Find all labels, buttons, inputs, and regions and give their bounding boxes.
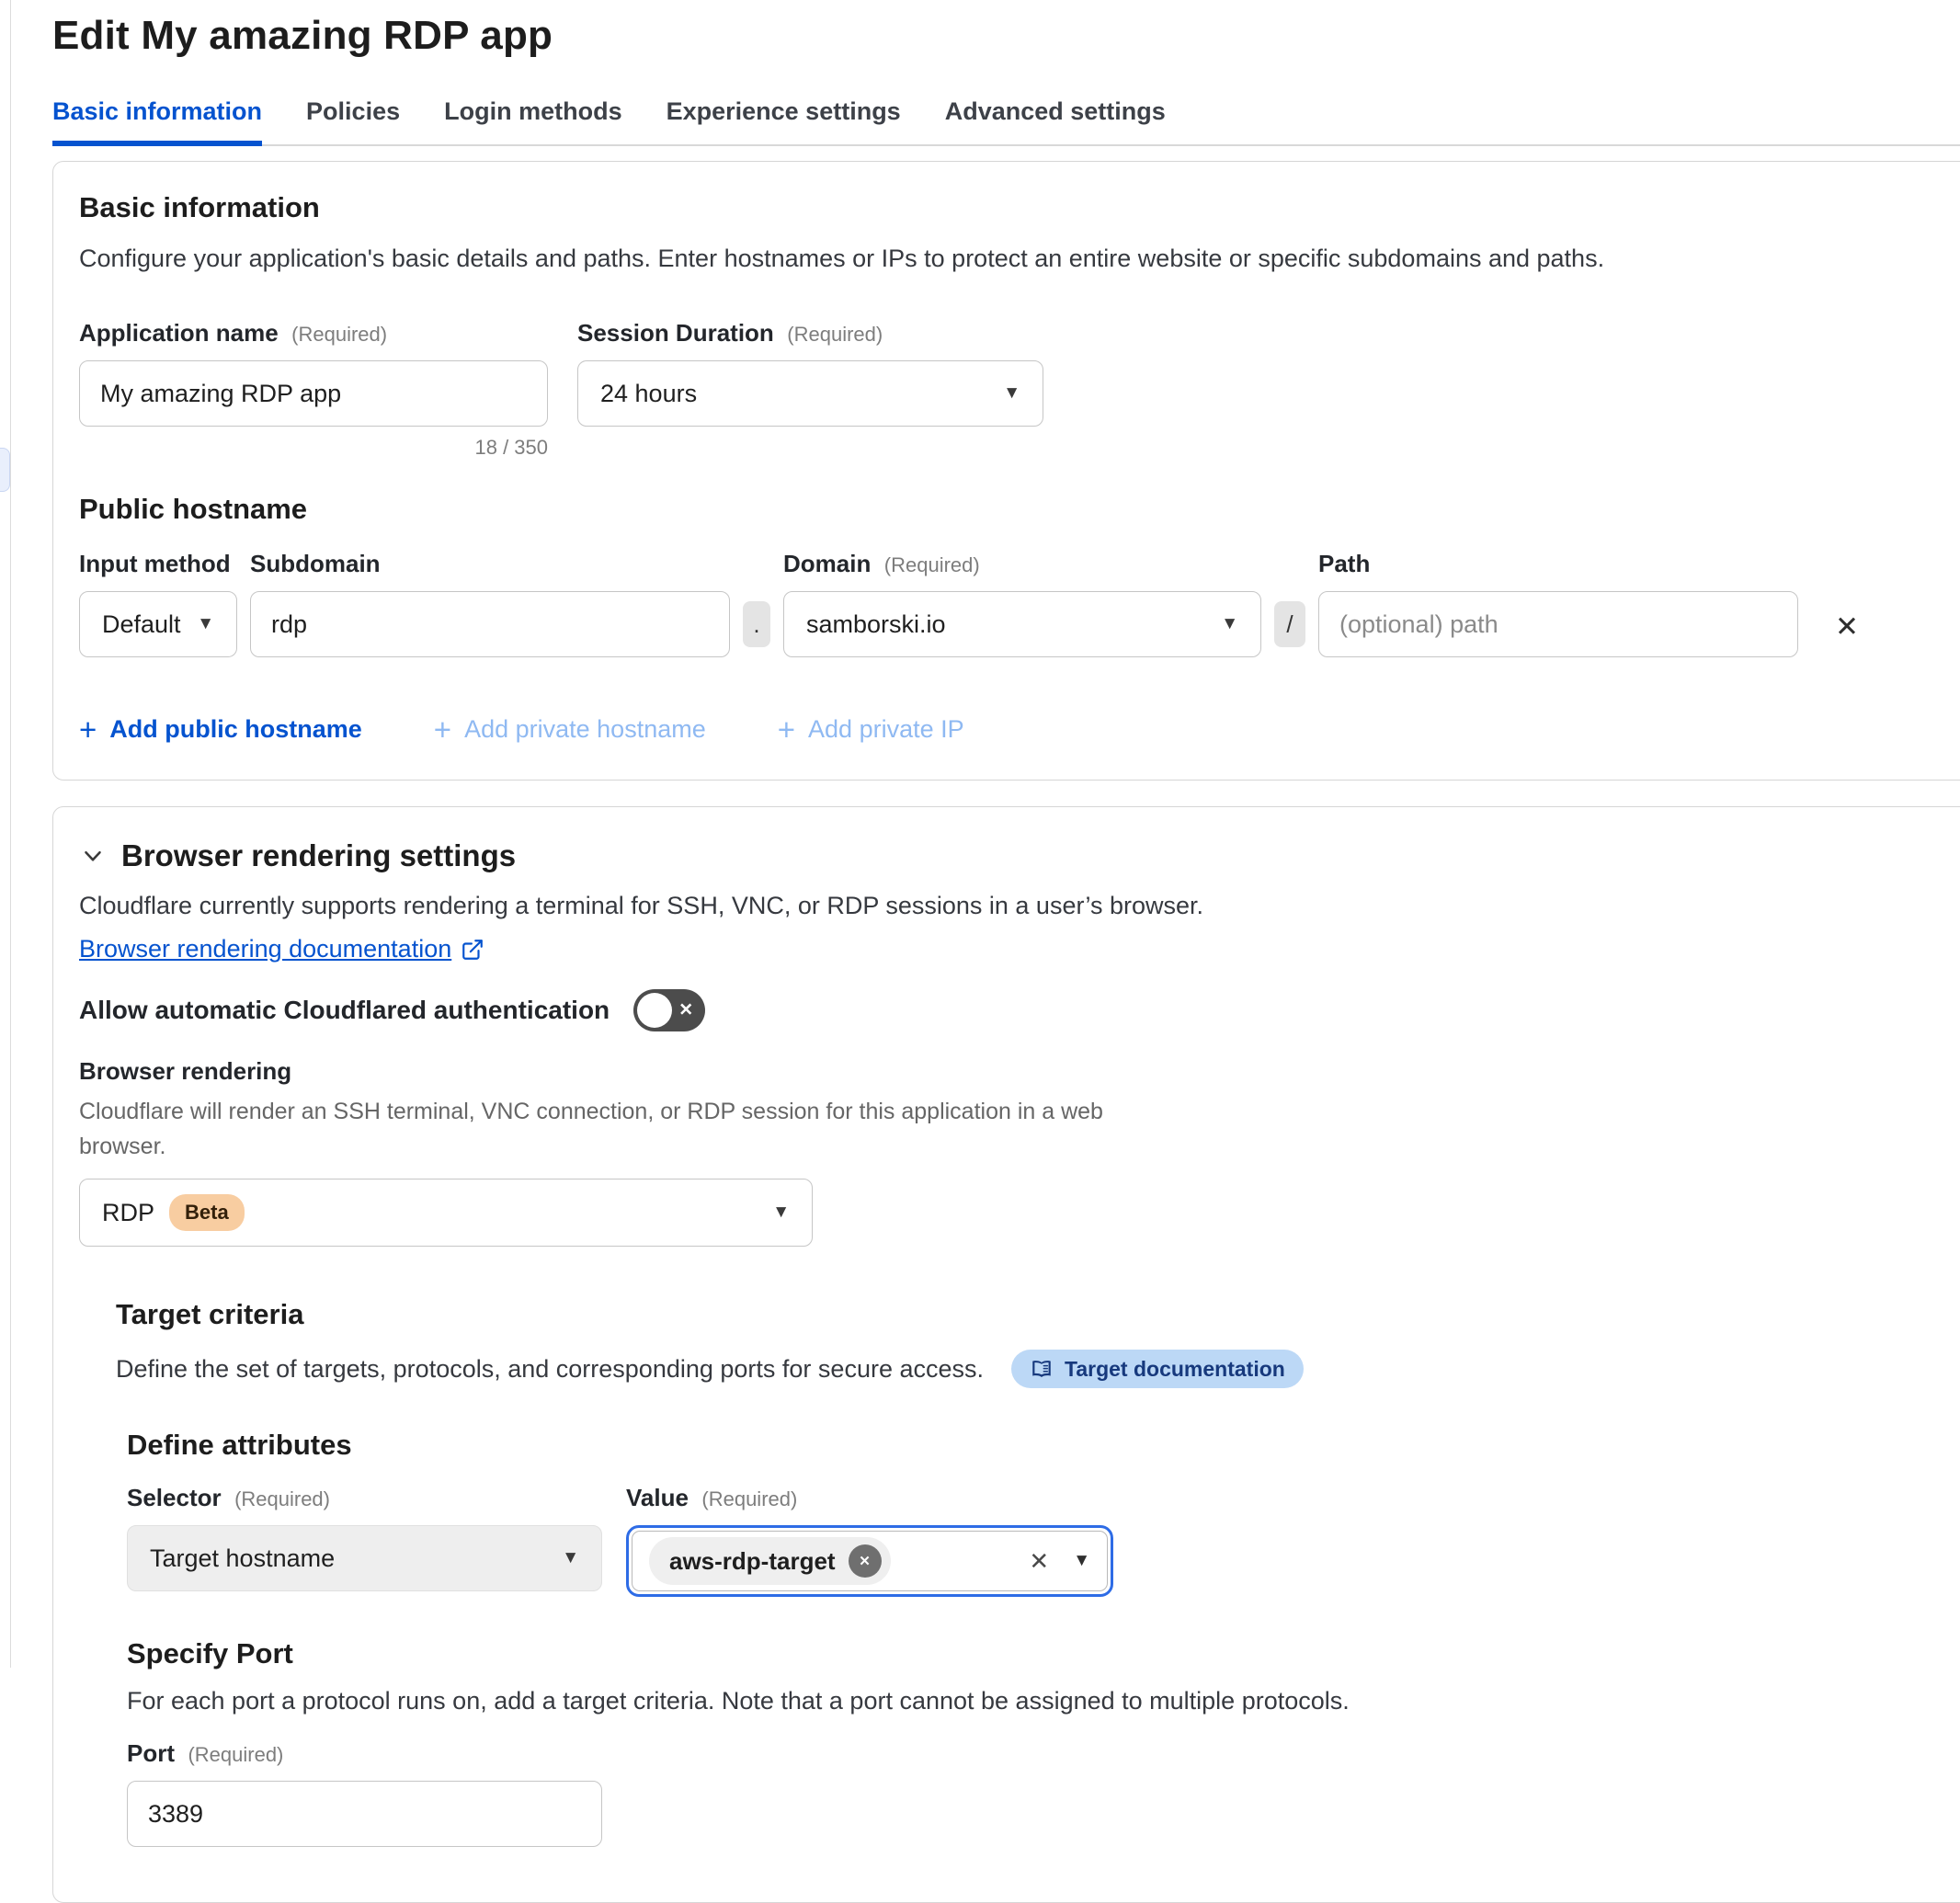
browser-rendering-card: Browser rendering settings Cloudflare cu… xyxy=(52,806,1960,1903)
add-private-ip-label: Add private IP xyxy=(808,715,964,744)
remove-hostname-icon[interactable]: ✕ xyxy=(1835,612,1859,641)
add-public-hostname-label: Add public hostname xyxy=(109,715,362,744)
browser-rendering-doc-link-label: Browser rendering documentation xyxy=(79,935,451,963)
selector-value: Target hostname xyxy=(150,1544,335,1573)
browser-rendering-field-description: Cloudflare will render an SSH terminal, … xyxy=(79,1095,1145,1164)
toggle-off-x-icon: ✕ xyxy=(678,1000,693,1021)
clear-value-icon[interactable]: ✕ xyxy=(1029,1549,1049,1573)
specify-port-description: For each port a protocol runs on, add a … xyxy=(127,1687,1959,1715)
browser-rendering-collapse-header[interactable]: Browser rendering settings xyxy=(79,838,1959,873)
add-public-hostname-button[interactable]: + Add public hostname xyxy=(79,714,362,745)
selector-label: Selector xyxy=(127,1484,222,1511)
toggle-knob xyxy=(637,993,672,1028)
value-tag-label: aws-rdp-target xyxy=(669,1547,836,1576)
application-name-input[interactable] xyxy=(79,360,548,427)
subdomain-label: Subdomain xyxy=(250,550,381,577)
port-label: Port xyxy=(127,1739,175,1767)
input-method-select[interactable]: Default ▼ xyxy=(79,591,237,657)
browser-rendering-support-text: Cloudflare currently supports rendering … xyxy=(79,892,1959,920)
port-input[interactable] xyxy=(127,1781,602,1847)
chevron-down-icon: ▼ xyxy=(1003,383,1020,404)
domain-required-note: (Required) xyxy=(884,553,980,576)
selector-select[interactable]: Target hostname ▼ xyxy=(127,1525,602,1591)
add-private-hostname-label: Add private hostname xyxy=(464,715,706,744)
selector-required-note: (Required) xyxy=(234,1487,330,1510)
plus-icon: + xyxy=(778,714,795,745)
add-private-hostname-button[interactable]: + Add private hostname xyxy=(434,714,706,745)
specify-port-heading: Specify Port xyxy=(127,1637,1959,1670)
value-required-note: (Required) xyxy=(701,1487,797,1510)
browser-rendering-field-label: Browser rendering xyxy=(79,1057,1959,1086)
slash-separator: / xyxy=(1274,601,1305,647)
target-criteria-heading: Target criteria xyxy=(116,1298,1959,1331)
tab-experience-settings[interactable]: Experience settings xyxy=(667,97,901,146)
domain-label: Domain xyxy=(783,550,871,577)
chevron-down-icon: ▼ xyxy=(562,1548,579,1568)
basic-information-description: Configure your application's basic detai… xyxy=(79,241,1959,277)
basic-information-heading: Basic information xyxy=(79,191,1959,224)
domain-value: samborski.io xyxy=(806,610,946,639)
application-name-required-note: (Required) xyxy=(291,323,387,346)
browser-rendering-heading: Browser rendering settings xyxy=(121,838,516,873)
browser-rendering-select[interactable]: RDP Beta ▼ xyxy=(79,1179,813,1247)
tab-policies[interactable]: Policies xyxy=(306,97,400,146)
browser-rendering-value: RDP xyxy=(102,1199,154,1227)
public-hostname-heading: Public hostname xyxy=(79,493,1959,526)
browser-rendering-doc-link[interactable]: Browser rendering documentation xyxy=(79,935,484,963)
remove-tag-icon[interactable]: ✕ xyxy=(849,1544,882,1578)
input-method-label: Input method xyxy=(79,550,231,577)
define-attributes-heading: Define attributes xyxy=(127,1429,1959,1462)
chevron-down-icon: ▼ xyxy=(772,1202,790,1223)
path-label: Path xyxy=(1318,550,1370,577)
allow-cloudflared-auth-label: Allow automatic Cloudflared authenticati… xyxy=(79,996,610,1025)
port-required-note: (Required) xyxy=(188,1743,283,1766)
basic-information-card: Basic information Configure your applica… xyxy=(52,161,1960,781)
value-multiselect[interactable]: aws-rdp-target ✕ ✕ ▼ xyxy=(626,1525,1113,1597)
value-tag: aws-rdp-target ✕ xyxy=(649,1537,891,1585)
tab-bar: Basic information Policies Login methods… xyxy=(52,97,1960,146)
session-duration-required-note: (Required) xyxy=(787,323,883,346)
domain-select[interactable]: samborski.io ▼ xyxy=(783,591,1261,657)
dot-separator: . xyxy=(743,601,770,647)
value-label: Value xyxy=(626,1484,689,1511)
tab-advanced-settings[interactable]: Advanced settings xyxy=(945,97,1166,146)
page-left-divider xyxy=(10,0,11,1668)
plus-icon: + xyxy=(434,714,451,745)
application-name-char-counter: 18 / 350 xyxy=(79,436,548,460)
chevron-down-icon: ▼ xyxy=(1221,614,1238,634)
path-input[interactable] xyxy=(1318,591,1798,657)
book-icon xyxy=(1030,1357,1054,1381)
subdomain-input[interactable] xyxy=(250,591,730,657)
chevron-down-icon[interactable]: ▼ xyxy=(1073,1551,1090,1571)
plus-icon: + xyxy=(79,714,97,745)
chevron-down-icon: ▼ xyxy=(197,614,214,634)
chevron-down-icon xyxy=(79,842,107,870)
input-method-value: Default xyxy=(102,610,181,639)
add-private-ip-button[interactable]: + Add private IP xyxy=(778,714,964,745)
allow-cloudflared-auth-toggle[interactable]: ✕ xyxy=(633,989,705,1031)
page-title: Edit My amazing RDP app xyxy=(52,0,1960,59)
target-documentation-label: Target documentation xyxy=(1065,1357,1285,1382)
sidebar-edge-fragment xyxy=(0,448,10,492)
tab-login-methods[interactable]: Login methods xyxy=(444,97,621,146)
session-duration-value: 24 hours xyxy=(600,380,697,408)
tab-basic-information[interactable]: Basic information xyxy=(52,97,262,146)
beta-badge: Beta xyxy=(169,1194,245,1231)
session-duration-select[interactable]: 24 hours ▼ xyxy=(577,360,1043,427)
external-link-icon xyxy=(461,938,484,962)
session-duration-label: Session Duration xyxy=(577,319,774,347)
target-criteria-description: Define the set of targets, protocols, an… xyxy=(116,1355,984,1384)
target-documentation-button[interactable]: Target documentation xyxy=(1011,1350,1304,1388)
application-name-label: Application name xyxy=(79,319,279,347)
